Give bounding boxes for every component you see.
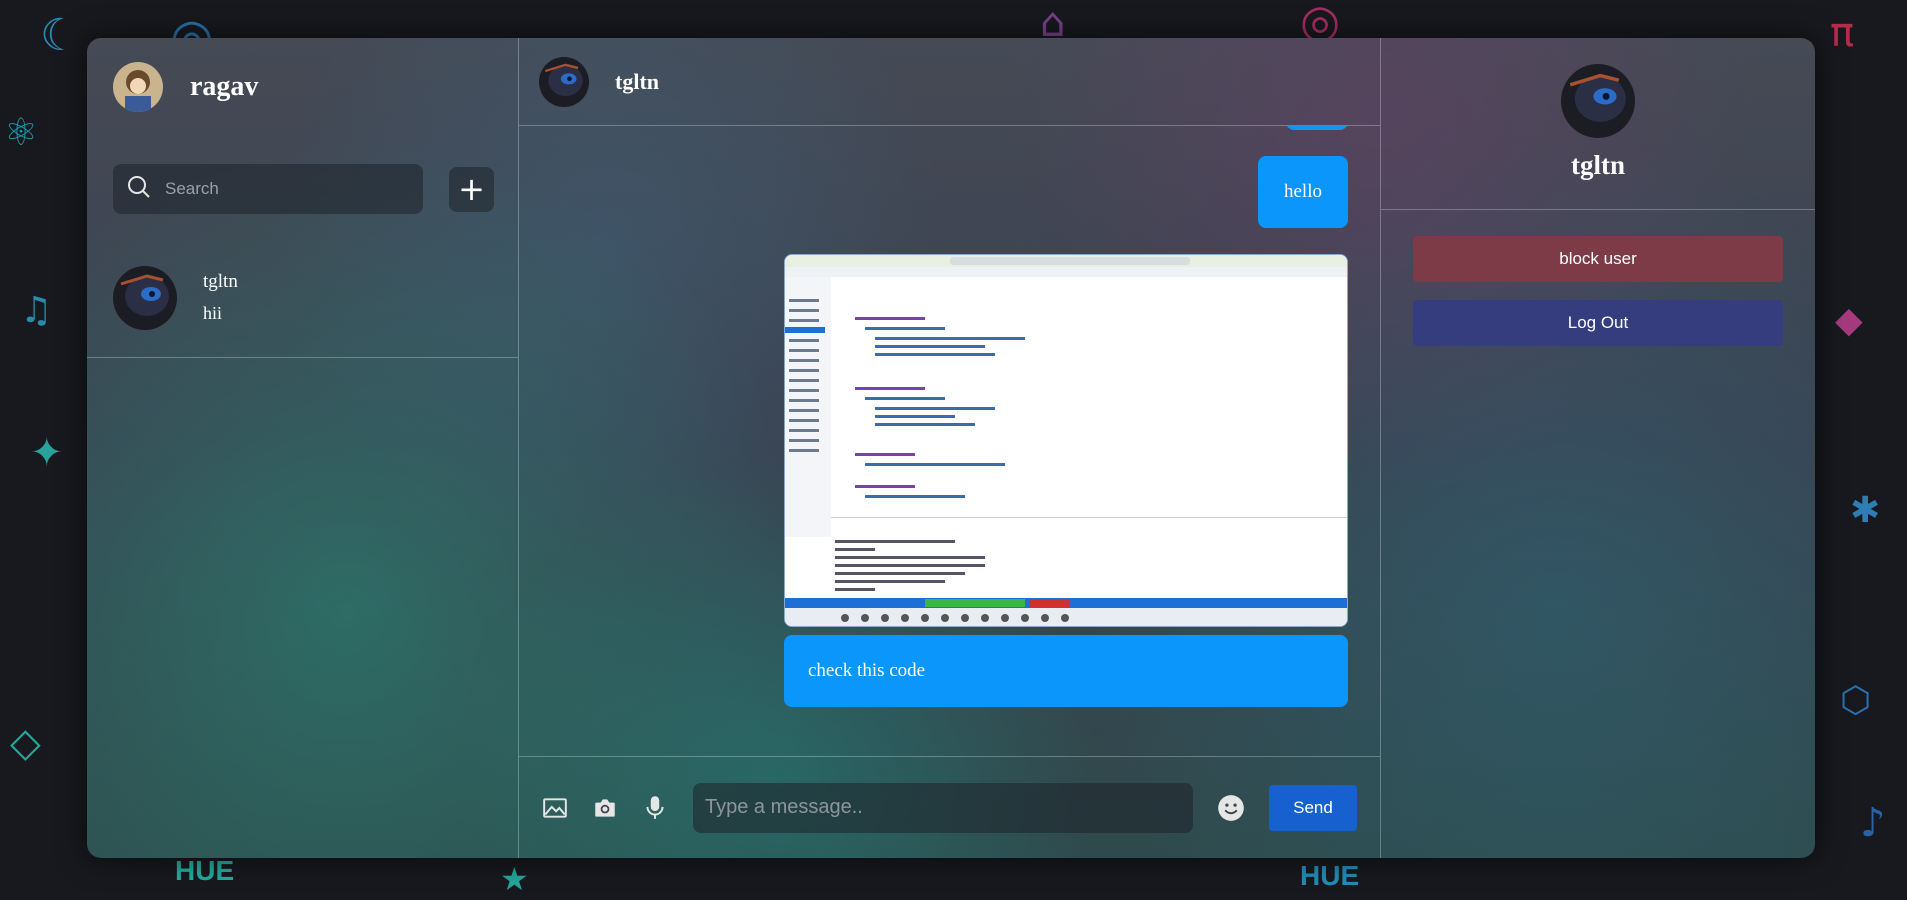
- contact-text: tgltn hii: [203, 271, 238, 324]
- send-button[interactable]: Send: [1269, 784, 1357, 831]
- camera-icon[interactable]: [591, 794, 619, 822]
- profile-name: tgltn: [1571, 150, 1625, 180]
- details-panel: tgltn block user Log Out: [1381, 38, 1815, 858]
- search-row: +: [87, 164, 518, 214]
- add-chat-button[interactable]: +: [449, 166, 494, 212]
- message-composer: Send: [519, 756, 1380, 858]
- message-bubble: hello: [1258, 156, 1348, 228]
- chat-contact-name: tgltn: [615, 68, 659, 94]
- search-icon: [127, 175, 151, 204]
- image-icon[interactable]: [541, 794, 569, 822]
- search-box[interactable]: [113, 164, 423, 214]
- message-input[interactable]: [693, 782, 1193, 833]
- block-user-button[interactable]: block user: [1413, 236, 1783, 282]
- current-user-avatar[interactable]: [113, 62, 163, 112]
- chat-header: tgltn: [519, 38, 1380, 126]
- contact-name: tgltn: [203, 271, 238, 292]
- current-user-header: ragav: [87, 38, 518, 136]
- chat-app-window: ragav + tgltn hii: [87, 38, 1815, 858]
- profile-avatar: [1561, 64, 1635, 138]
- contact-last-message: hii: [203, 303, 223, 323]
- current-user-name: ragav: [190, 71, 259, 102]
- contact-profile: tgltn: [1381, 38, 1815, 210]
- contact-list-item[interactable]: tgltn hii: [87, 238, 518, 358]
- contact-avatar: [113, 265, 177, 330]
- message-image[interactable]: [784, 254, 1348, 627]
- chat-panel: tgltn hello check this code Type a messa…: [519, 38, 1381, 858]
- chat-contact-avatar[interactable]: [539, 56, 589, 107]
- previous-message-bubble: [1286, 126, 1348, 130]
- contacts-panel: ragav + tgltn hii: [87, 38, 519, 858]
- logout-button[interactable]: Log Out: [1413, 300, 1783, 346]
- search-input[interactable]: [165, 179, 395, 199]
- emoji-icon[interactable]: [1217, 794, 1245, 822]
- message-list[interactable]: hello check this code: [519, 126, 1380, 756]
- microphone-icon[interactable]: [641, 794, 669, 822]
- code-screenshot-image: [785, 255, 1347, 626]
- message-bubble: check this code: [784, 635, 1348, 707]
